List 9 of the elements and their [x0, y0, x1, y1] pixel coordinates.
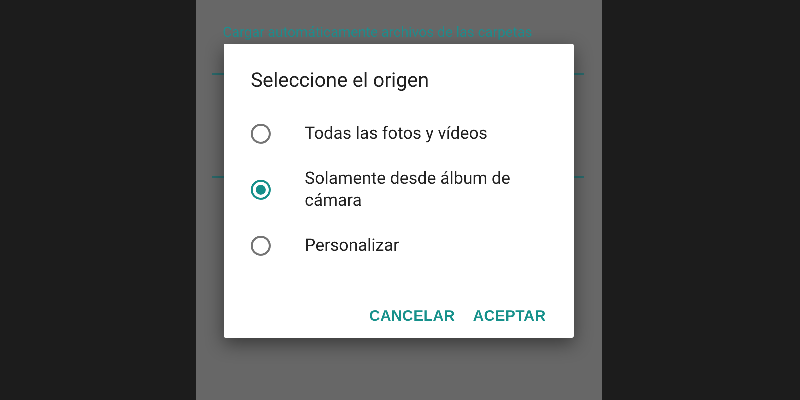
- option-label[interactable]: Todas las fotos y vídeos: [305, 123, 545, 145]
- radio-button[interactable]: [251, 236, 271, 256]
- option-label[interactable]: Personalizar: [305, 235, 545, 257]
- accept-button[interactable]: ACEPTAR: [467, 302, 552, 331]
- radio-button[interactable]: [251, 124, 271, 144]
- dialog-title: Seleccione el origen: [251, 68, 430, 92]
- option-label[interactable]: Solamente desde álbum de cámara: [305, 168, 545, 212]
- radio-button-selected[interactable]: [251, 180, 271, 200]
- cancel-button[interactable]: CANCELAR: [363, 302, 462, 331]
